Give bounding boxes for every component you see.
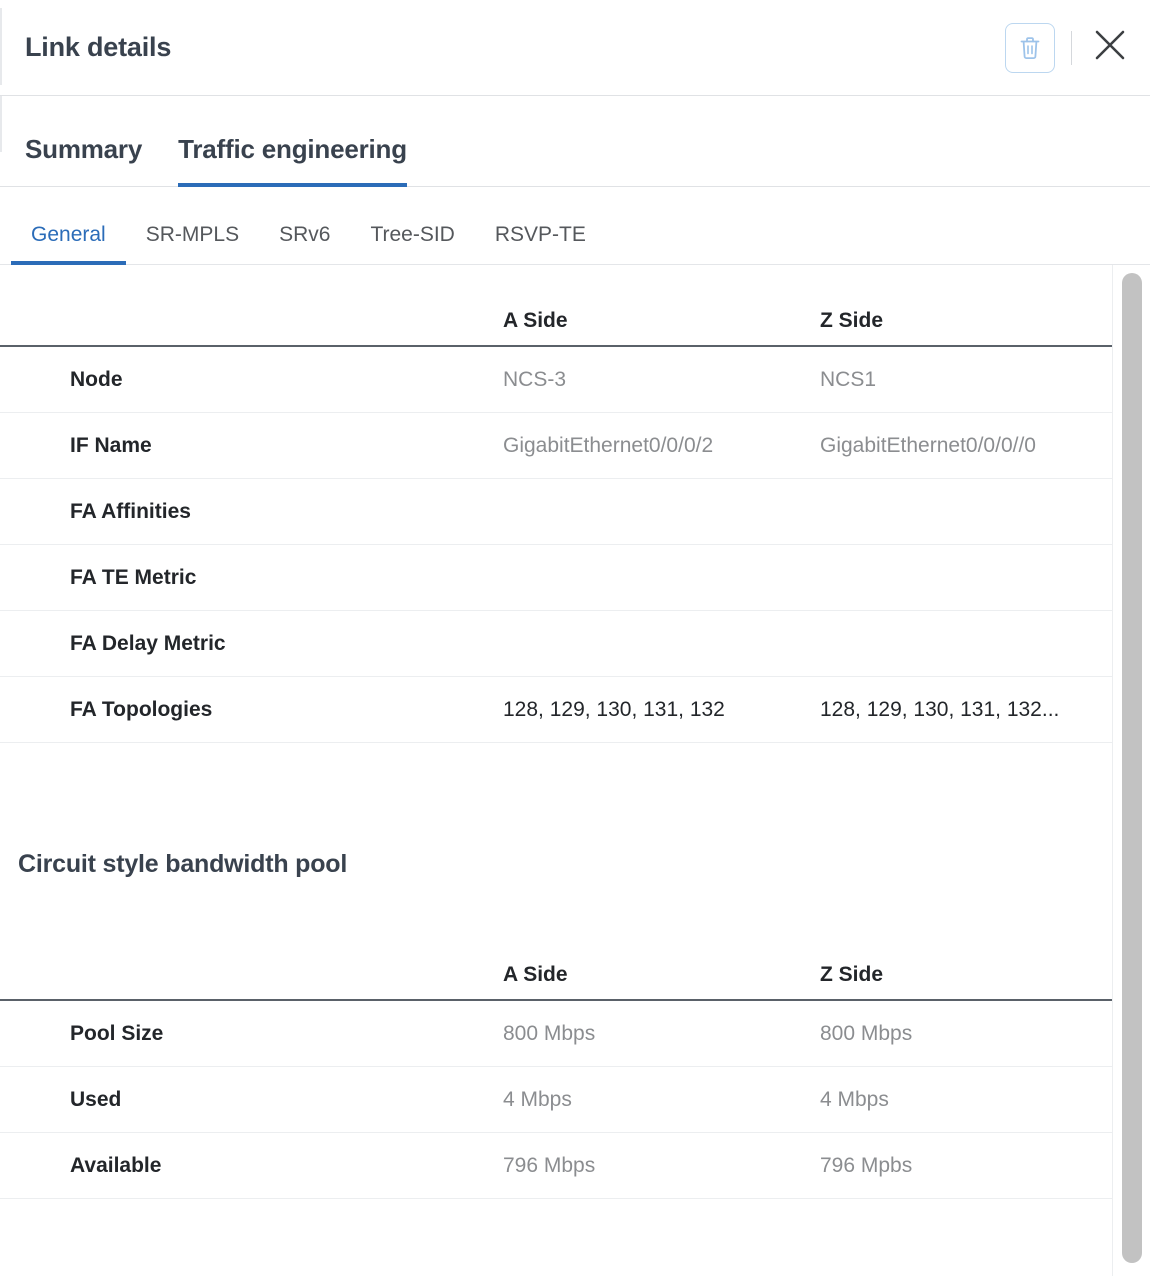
secondary-tabs: General SR-MPLS SRv6 Tree-SID RSVP-TE — [0, 187, 1150, 265]
column-header-z-side: Z Side — [820, 963, 884, 986]
row-label: Used — [70, 1087, 122, 1111]
row-label: FA TE Metric — [70, 565, 197, 589]
row-value-z: NCS1 — [820, 367, 877, 391]
page-title: Link details — [25, 32, 172, 62]
row-label: IF Name — [70, 433, 152, 457]
table-row: FA TE Metric — [0, 545, 1112, 611]
table-row: FA Delay Metric — [0, 611, 1112, 677]
bandwidth-pool-table: A Side Z Side Pool Size 800 Mbps 800 Mbp… — [0, 929, 1112, 1199]
table-row: Pool Size 800 Mbps 800 Mbps — [0, 1001, 1112, 1067]
row-label: Node — [70, 367, 123, 391]
row-label: Pool Size — [70, 1021, 164, 1045]
table-row: Node NCS-3 NCS1 — [0, 347, 1112, 413]
primary-tabs: Summary Traffic engineering — [0, 96, 1150, 187]
bandwidth-section-title: Circuit style bandwidth pool — [18, 850, 348, 878]
column-header-z-side: Z Side — [820, 309, 884, 332]
column-header-a-side: A Side — [503, 309, 568, 332]
row-label: FA Topologies — [70, 697, 213, 721]
column-header-a-side: A Side — [503, 963, 568, 986]
row-label: Available — [70, 1153, 162, 1177]
content-tail-space — [0, 1199, 1112, 1271]
row-label: FA Affinities — [70, 499, 191, 523]
row-value-z: 4 Mbps — [820, 1087, 889, 1111]
row-value-a: 4 Mbps — [503, 1087, 572, 1111]
header-actions — [1005, 22, 1132, 73]
general-table: A Side Z Side Node NCS-3 NCS1 IF Name Gi… — [0, 265, 1112, 743]
row-value-a: 800 Mbps — [503, 1021, 596, 1045]
vertical-scrollbar[interactable] — [1122, 273, 1142, 1263]
tab-srv6[interactable]: SRv6 — [259, 223, 350, 265]
tab-traffic-engineering[interactable]: Traffic engineering — [178, 134, 407, 187]
row-value-z: 128, 129, 130, 131, 132... — [820, 697, 1060, 721]
trash-icon — [1018, 35, 1042, 61]
link-details-panel: Link details Summary Traffic engineering… — [0, 0, 1150, 1276]
scrollbar-track[interactable] — [1112, 265, 1150, 1276]
table-header-row: A Side Z Side — [0, 929, 1112, 1001]
row-value-z: 800 Mbps — [820, 1021, 913, 1045]
panel-scroll-area[interactable]: A Side Z Side Node NCS-3 NCS1 IF Name Gi… — [0, 265, 1150, 1276]
table-row: IF Name GigabitEthernet0/0/0/2 GigabitEt… — [0, 413, 1112, 479]
tab-summary[interactable]: Summary — [25, 134, 142, 187]
tab-sr-mpls[interactable]: SR-MPLS — [126, 223, 259, 265]
row-value-a: NCS-3 — [503, 367, 567, 391]
row-value-a: 128, 129, 130, 131, 132 — [503, 697, 725, 721]
close-button[interactable] — [1088, 26, 1132, 70]
tab-general[interactable]: General — [11, 223, 126, 265]
tab-rsvp-te[interactable]: RSVP-TE — [475, 223, 606, 265]
close-icon — [1093, 28, 1127, 67]
panel-content: A Side Z Side Node NCS-3 NCS1 IF Name Gi… — [0, 265, 1112, 1271]
panel-header: Link details — [0, 0, 1150, 96]
delete-button[interactable] — [1005, 22, 1055, 73]
table-row: FA Affinities — [0, 479, 1112, 545]
header-divider — [1071, 30, 1072, 65]
table-header-row: A Side Z Side — [0, 265, 1112, 347]
row-value-z: GigabitEthernet0/0/0//0 — [820, 433, 1036, 457]
row-value-a: GigabitEthernet0/0/0/2 — [503, 433, 714, 457]
table-row: Available 796 Mbps 796 Mpbs — [0, 1133, 1112, 1199]
tab-tree-sid[interactable]: Tree-SID — [350, 223, 474, 265]
row-value-a: 796 Mbps — [503, 1153, 596, 1177]
table-row: Used 4 Mbps 4 Mbps — [0, 1067, 1112, 1133]
row-label: FA Delay Metric — [70, 631, 226, 655]
table-row: FA Topologies 128, 129, 130, 131, 132 12… — [0, 677, 1112, 743]
row-value-z: 796 Mpbs — [820, 1153, 913, 1177]
